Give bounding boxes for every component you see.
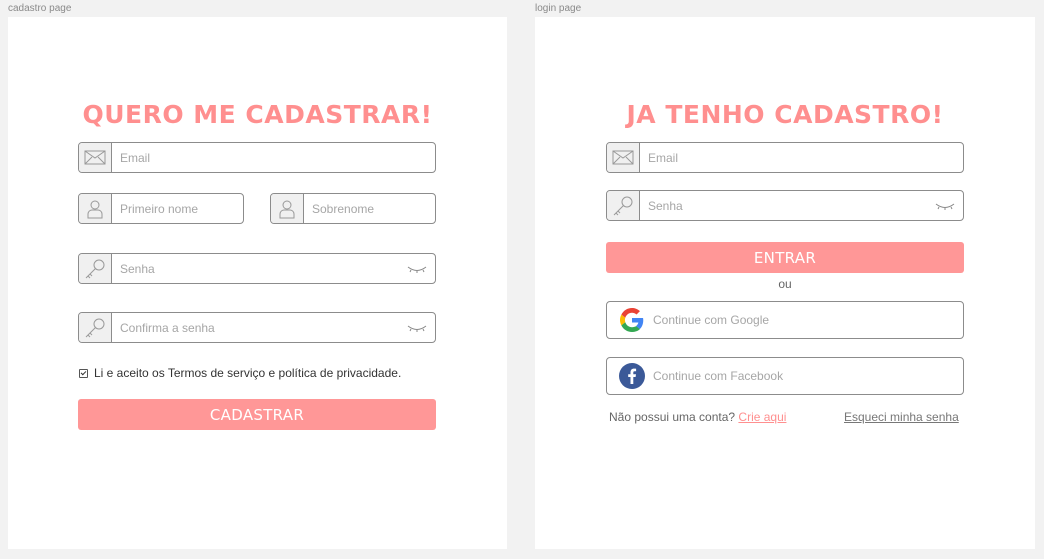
or-divider: ou [778, 277, 792, 291]
password-field[interactable]: Senha [78, 253, 436, 284]
google-label: Continue com Google [653, 313, 770, 327]
no-account-text: Não possui uma conta? [609, 410, 736, 424]
key-icon [79, 254, 112, 283]
key-icon [79, 313, 112, 342]
confirm-password-placeholder: Confirma a senha [120, 320, 215, 335]
create-account-link[interactable]: Crie aqui [738, 410, 786, 424]
email-field[interactable]: Email [78, 142, 436, 173]
first-name-field[interactable]: Primeiro nome [78, 193, 244, 224]
google-icon [619, 307, 645, 333]
key-icon [607, 191, 640, 220]
page-title: QUERO ME CADASTRAR! [82, 100, 433, 129]
eye-closed-icon[interactable] [407, 264, 427, 274]
eye-closed-icon[interactable] [935, 201, 955, 211]
last-name-placeholder: Sobrenome [312, 201, 375, 216]
facebook-label: Continue com Facebook [653, 369, 784, 383]
cadastrar-button[interactable]: CADASTRAR [78, 399, 436, 430]
password-placeholder: Senha [120, 261, 155, 276]
terms-row: Li e aceito os Termos de serviço e polít… [79, 366, 401, 380]
entrar-button[interactable]: ENTRAR [606, 242, 964, 273]
confirm-password-field[interactable]: Confirma a senha [78, 312, 436, 343]
cadastro-page: QUERO ME CADASTRAR! Email Primeiro nome … [8, 17, 507, 549]
user-icon [79, 194, 112, 223]
frame-label-login: login page [535, 3, 582, 14]
email-placeholder: Email [648, 150, 679, 165]
password-field[interactable]: Senha [606, 190, 964, 221]
forgot-password-row: Esqueci minha senha [844, 410, 959, 424]
eye-closed-icon[interactable] [407, 323, 427, 333]
last-name-field[interactable]: Sobrenome [270, 193, 436, 224]
forgot-password-link[interactable]: Esqueci minha senha [844, 410, 959, 424]
terms-checkbox[interactable] [79, 368, 88, 378]
envelope-icon [79, 143, 112, 172]
user-icon [271, 194, 304, 223]
envelope-icon [607, 143, 640, 172]
first-name-placeholder: Primeiro nome [120, 201, 199, 216]
terms-text: Li e aceito os Termos de serviço e polít… [94, 366, 402, 380]
email-placeholder: Email [120, 150, 151, 165]
page-title: JA TENHO CADASTRO! [626, 100, 944, 129]
google-login-button[interactable]: Continue com Google [606, 301, 964, 339]
frame-label-cadastro: cadastro page [8, 3, 72, 14]
facebook-login-button[interactable]: Continue com Facebook [606, 357, 964, 395]
password-placeholder: Senha [648, 198, 683, 213]
email-field[interactable]: Email [606, 142, 964, 173]
facebook-icon [619, 363, 645, 389]
login-page: JA TENHO CADASTRO! Email Senha ENTRAR ou [535, 17, 1035, 549]
no-account-row: Não possui uma conta? Crie aqui [609, 410, 786, 424]
